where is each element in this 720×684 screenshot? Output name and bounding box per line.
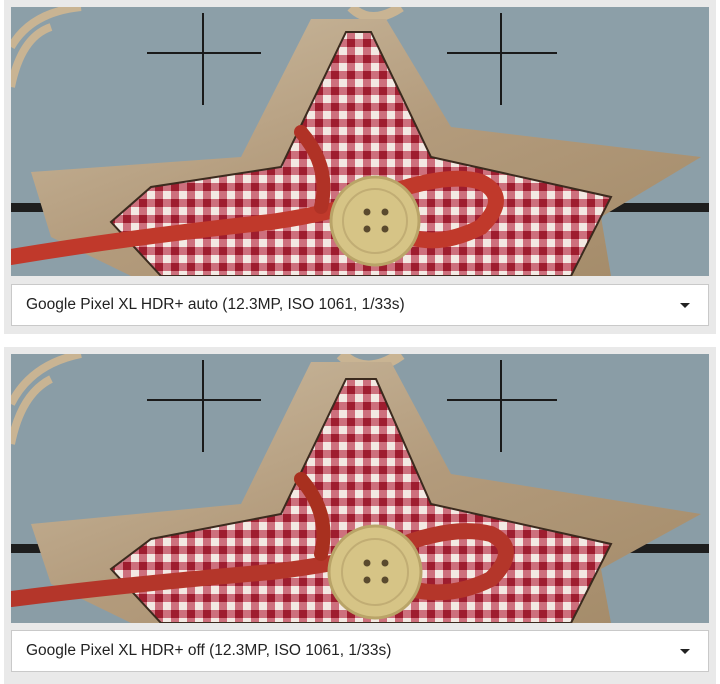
comparison-panel-2: Google Pixel XL HDR+ off (12.3MP, ISO 10… — [4, 347, 716, 684]
camera-select-value: Google Pixel XL HDR+ auto (12.3MP, ISO 1… — [26, 296, 405, 313]
chevron-down-icon — [680, 648, 690, 654]
comparison-panel-1: Google Pixel XL HDR+ auto (12.3MP, ISO 1… — [4, 0, 716, 334]
comparison-photo-2 — [11, 354, 709, 623]
star-ornament-photo — [11, 7, 709, 276]
star-ornament-photo — [11, 354, 709, 623]
camera-select-2[interactable]: Google Pixel XL HDR+ off (12.3MP, ISO 10… — [11, 630, 709, 672]
chevron-down-icon — [680, 302, 690, 308]
camera-select-value: Google Pixel XL HDR+ off (12.3MP, ISO 10… — [26, 642, 392, 659]
comparison-photo-1 — [11, 7, 709, 276]
camera-select-1[interactable]: Google Pixel XL HDR+ auto (12.3MP, ISO 1… — [11, 284, 709, 326]
